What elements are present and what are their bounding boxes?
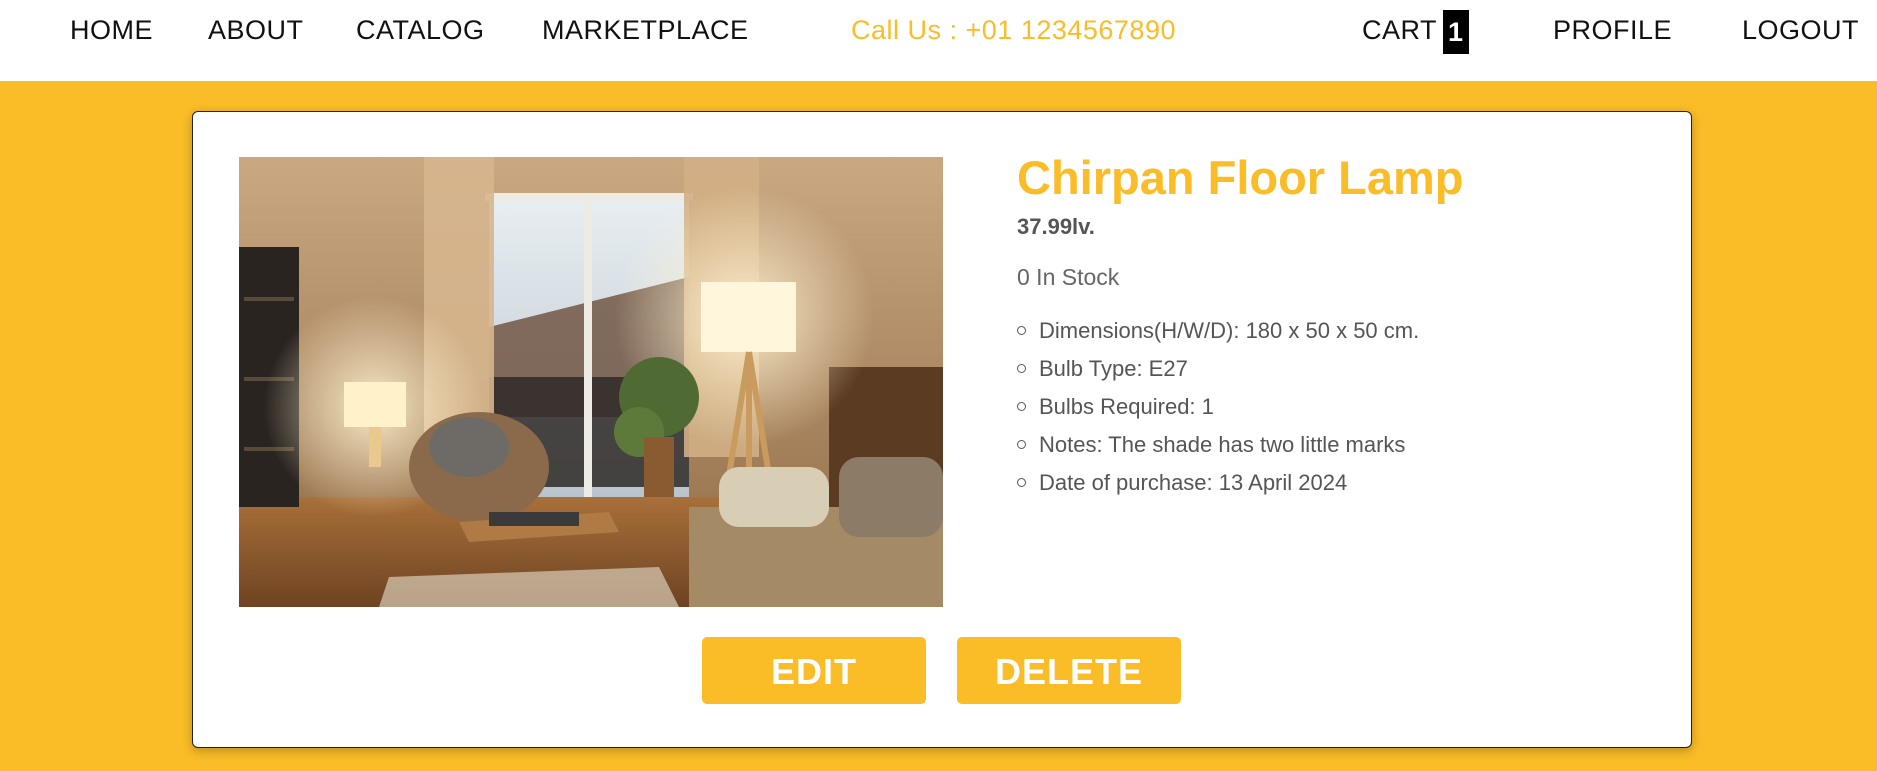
detail-bulb-type: Bulb Type: E27: [1017, 350, 1419, 388]
top-navbar: HOME ABOUT CATALOG MARKETPLACE Call Us :…: [0, 0, 1877, 81]
product-card: Chirpan Floor Lamp 37.99lv. 0 In Stock D…: [192, 111, 1692, 748]
contact-phone: Call Us : +01 1234567890: [851, 15, 1176, 45]
nav-home-link[interactable]: HOME: [70, 15, 153, 46]
product-title: Chirpan Floor Lamp: [1017, 151, 1464, 204]
nav-logout-link[interactable]: LOGOUT: [1742, 15, 1859, 46]
product-price: 37.99lv.: [1017, 214, 1095, 239]
nav-catalog-link[interactable]: CATALOG: [356, 15, 485, 46]
edit-button[interactable]: EDIT: [702, 637, 926, 704]
cart-label: CART: [1362, 15, 1438, 46]
nav-cart-link[interactable]: CART 1: [1362, 10, 1469, 54]
delete-button[interactable]: DELETE: [957, 637, 1181, 704]
detail-dimensions: Dimensions(H/W/D): 180 x 50 x 50 cm.: [1017, 312, 1419, 350]
nav-about-link[interactable]: ABOUT: [208, 15, 304, 46]
nav-profile-link[interactable]: PROFILE: [1553, 15, 1672, 46]
product-details-list: Dimensions(H/W/D): 180 x 50 x 50 cm. Bul…: [1017, 312, 1419, 502]
stock-status: 0 In Stock: [1017, 264, 1120, 290]
cart-count-badge: 1: [1443, 10, 1469, 54]
product-image: [239, 157, 943, 607]
detail-purchase-date: Date of purchase: 13 April 2024: [1017, 464, 1419, 502]
detail-notes: Notes: The shade has two little marks: [1017, 426, 1419, 464]
detail-bulbs-required: Bulbs Required: 1: [1017, 388, 1419, 426]
living-room-photo: [239, 157, 943, 607]
nav-marketplace-link[interactable]: MARKETPLACE: [542, 15, 749, 46]
